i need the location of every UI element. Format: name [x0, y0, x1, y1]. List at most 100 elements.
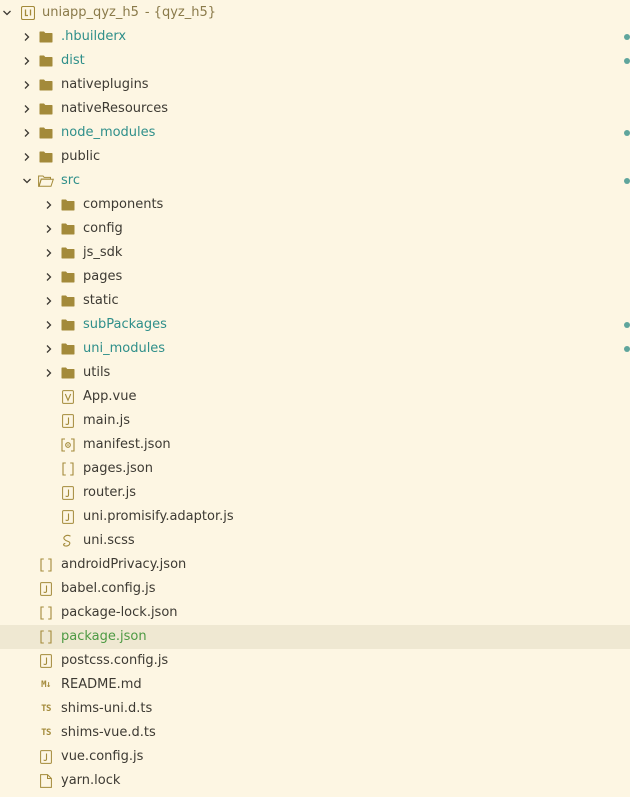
project-root-row[interactable]: uniapp_qyz_h5 - {qyz_h5} — [0, 1, 630, 25]
project-name: uniapp_qyz_h5 — [42, 5, 139, 20]
json-file-icon — [38, 605, 54, 621]
folder-open-icon — [38, 173, 54, 189]
tree-file-row[interactable]: postcss.config.js — [0, 649, 630, 673]
tree-file-row[interactable]: babel.config.js — [0, 577, 630, 601]
typescript-file-icon: TS — [41, 704, 51, 714]
modified-indicator-dot — [624, 178, 630, 184]
folder-icon — [60, 341, 76, 357]
tree-item-label: config — [83, 221, 123, 236]
folder-icon — [60, 317, 76, 333]
folder-icon — [38, 53, 54, 69]
tree-file-row[interactable]: TS shims-uni.d.ts — [0, 697, 630, 721]
tree-item-label: uni_modules — [83, 341, 166, 356]
tree-file-row[interactable]: main.js — [0, 409, 630, 433]
folder-icon — [60, 365, 76, 381]
json-file-icon — [60, 461, 76, 477]
tree-file-row[interactable]: TS shims-vue.d.ts — [0, 721, 630, 745]
folder-icon — [38, 125, 54, 141]
folder-icon — [60, 245, 76, 261]
tree-item-label: pages.json — [83, 461, 153, 476]
chevron-right-icon[interactable] — [20, 73, 34, 97]
tree-item-label: main.js — [83, 413, 130, 428]
tree-folder-row[interactable]: uni_modules — [0, 337, 630, 361]
tree-item-label: babel.config.js — [61, 581, 156, 596]
project-suffix: - {qyz_h5} — [144, 5, 216, 20]
tree-folder-row[interactable]: node_modules — [0, 121, 630, 145]
tree-folder-row[interactable]: subPackages — [0, 313, 630, 337]
chevron-right-icon[interactable] — [20, 49, 34, 73]
tree-file-row[interactable]: package-lock.json — [0, 601, 630, 625]
chevron-right-icon[interactable] — [20, 121, 34, 145]
chevron-right-icon[interactable] — [42, 337, 56, 361]
tree-item-label: shims-vue.d.ts — [61, 725, 156, 740]
chevron-down-icon[interactable] — [20, 169, 34, 193]
chevron-right-icon[interactable] — [42, 193, 56, 217]
tree-folder-row[interactable]: public — [0, 145, 630, 169]
tree-item-label: nativeplugins — [61, 77, 149, 92]
tree-file-row[interactable]: uni.promisify.adaptor.js — [0, 505, 630, 529]
chevron-down-icon[interactable] — [0, 1, 14, 25]
json-file-icon — [38, 557, 54, 573]
tree-item-label: static — [83, 293, 119, 308]
folder-icon — [60, 221, 76, 237]
chevron-right-icon[interactable] — [42, 217, 56, 241]
tree-file-row[interactable]: uni.scss — [0, 529, 630, 553]
tree-folder-row[interactable]: static — [0, 289, 630, 313]
folder-icon — [38, 101, 54, 117]
tree-folder-row[interactable]: nativeResources — [0, 97, 630, 121]
json-file-icon — [38, 629, 54, 645]
tree-item-label: utils — [83, 365, 111, 380]
folder-icon — [60, 197, 76, 213]
tree-file-row[interactable]: manifest.json — [0, 433, 630, 457]
project-icon — [20, 5, 36, 21]
file-explorer-tree: uniapp_qyz_h5 - {qyz_h5} .hbuilderx dist n… — [0, 0, 630, 797]
tree-item-label: subPackages — [83, 317, 167, 332]
chevron-right-icon[interactable] — [20, 25, 34, 49]
tree-item-label: package-lock.json — [61, 605, 178, 620]
tree-file-row[interactable]: M↓ README.md — [0, 673, 630, 697]
tree-item-label: router.js — [83, 485, 137, 500]
tree-item-label: uni.scss — [83, 533, 135, 548]
modified-indicator-dot — [624, 58, 630, 64]
tree-folder-row[interactable]: .hbuilderx — [0, 25, 630, 49]
tree-item-label: yarn.lock — [61, 773, 121, 788]
tree-folder-row[interactable]: js_sdk — [0, 241, 630, 265]
file-icon — [38, 773, 54, 789]
chevron-right-icon[interactable] — [42, 313, 56, 337]
tree-item-label: App.vue — [83, 389, 137, 404]
tree-folder-row[interactable]: nativeplugins — [0, 73, 630, 97]
folder-icon — [60, 269, 76, 285]
tree-folder-row[interactable]: utils — [0, 361, 630, 385]
tree-folder-row[interactable]: dist — [0, 49, 630, 73]
js-file-icon — [60, 485, 76, 501]
tree-item-label: uni.promisify.adaptor.js — [83, 509, 234, 524]
chevron-right-icon[interactable] — [42, 289, 56, 313]
modified-indicator-dot — [624, 346, 630, 352]
tree-file-row[interactable]: vue.config.js — [0, 745, 630, 769]
typescript-file-icon: TS — [41, 728, 51, 738]
vue-file-icon — [60, 389, 76, 405]
tree-item-label: public — [61, 149, 101, 164]
js-file-icon — [60, 509, 76, 525]
tree-folder-row[interactable]: src — [0, 169, 630, 193]
chevron-right-icon[interactable] — [20, 97, 34, 121]
tree-file-row[interactable]: androidPrivacy.json — [0, 553, 630, 577]
tree-item-label: dist — [61, 53, 85, 68]
modified-indicator-dot — [624, 34, 630, 40]
tree-file-row[interactable]: package.json — [0, 625, 630, 649]
tree-item-label: src — [61, 173, 80, 188]
chevron-right-icon[interactable] — [20, 145, 34, 169]
tree-file-row[interactable]: App.vue — [0, 385, 630, 409]
chevron-right-icon[interactable] — [42, 241, 56, 265]
tree-item-label: shims-uni.d.ts — [61, 701, 153, 716]
chevron-right-icon[interactable] — [42, 361, 56, 385]
tree-item-label: .hbuilderx — [61, 29, 127, 44]
tree-file-row[interactable]: router.js — [0, 481, 630, 505]
tree-file-row[interactable]: yarn.lock — [0, 769, 630, 793]
tree-folder-row[interactable]: config — [0, 217, 630, 241]
tree-folder-row[interactable]: components — [0, 193, 630, 217]
chevron-right-icon[interactable] — [42, 265, 56, 289]
tree-folder-row[interactable]: pages — [0, 265, 630, 289]
tree-item-label: nativeResources — [61, 101, 168, 116]
tree-file-row[interactable]: pages.json — [0, 457, 630, 481]
